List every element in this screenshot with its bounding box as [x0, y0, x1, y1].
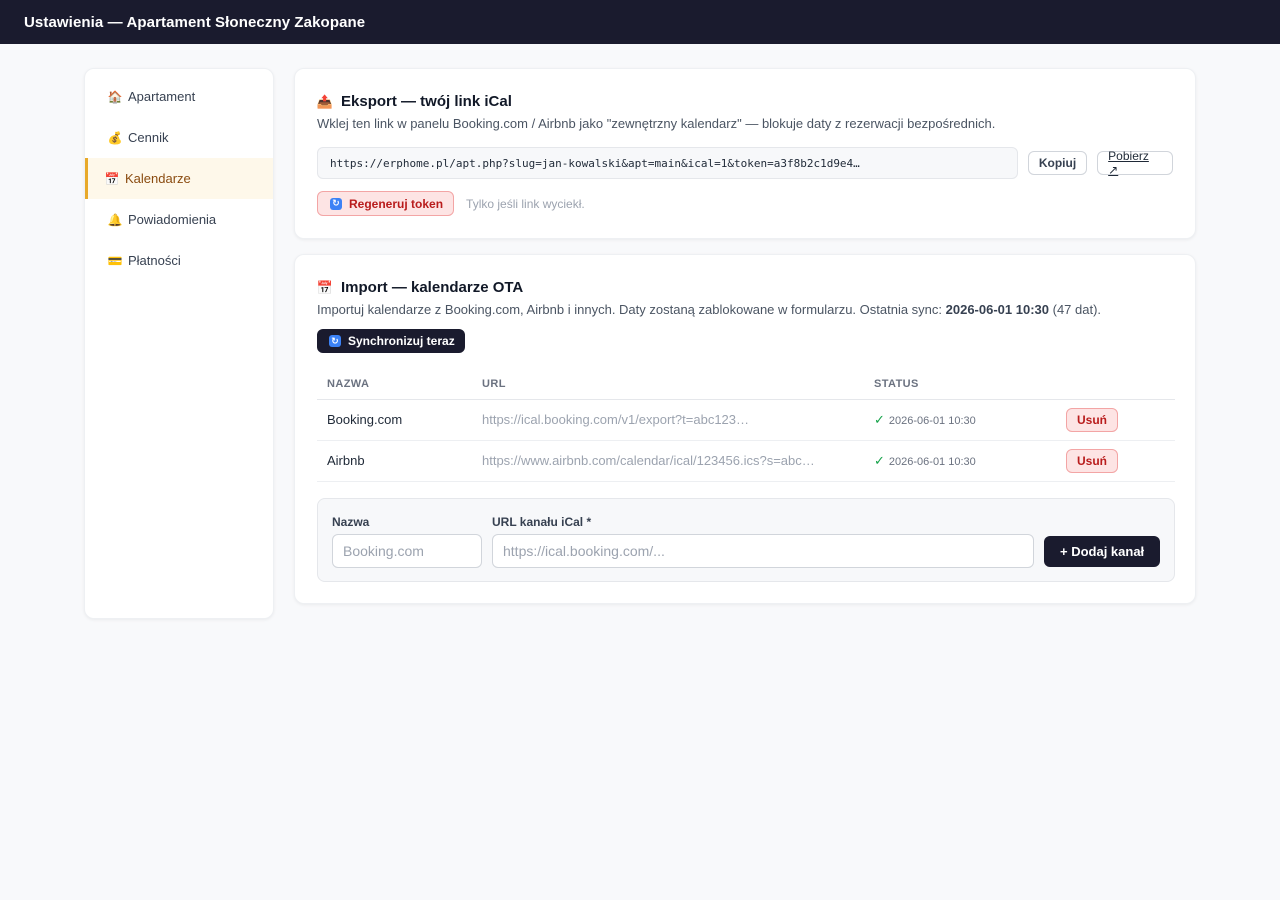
feed-url-input[interactable]: [492, 533, 1034, 568]
column-header-url: URL: [472, 369, 864, 400]
check-icon: ✓: [874, 452, 885, 468]
feed-actions: Usuń: [1056, 440, 1175, 482]
money-bag-icon: 💰: [107, 130, 123, 145]
export-link-row: https://erphome.pl/apt.php?slug=jan-kowa…: [317, 147, 1173, 179]
delete-feed-button[interactable]: Usuń: [1066, 448, 1118, 473]
sidebar-item-apartament[interactable]: 🏠 Apartament: [85, 76, 273, 117]
sidebar-item-powiadomienia[interactable]: 🔔 Powiadomienia: [85, 199, 273, 240]
import-title: 📅 Import — kalendarze OTA: [317, 279, 1173, 296]
import-card: 📅 Import — kalendarze OTA Importuj kalen…: [294, 254, 1196, 604]
sidebar-item-label: Kalendarze: [125, 171, 191, 186]
import-description: Importuj kalendarze z Booking.com, Airbn…: [317, 302, 1173, 317]
add-feed-button[interactable]: + Dodaj kanał: [1044, 535, 1161, 567]
feed-url: https://www.airbnb.com/calendar/ical/123…: [472, 440, 864, 482]
feed-name: Booking.com: [317, 399, 472, 441]
bell-icon: 🔔: [107, 212, 123, 227]
credit-card-icon: 💳: [107, 253, 123, 268]
feed-name-field: Nazwa: [332, 515, 482, 568]
last-sync-time: 2026-06-01 10:30: [945, 302, 1049, 317]
sidebar-item-label: Apartament: [128, 89, 196, 104]
calendar-icon: 📅: [104, 171, 120, 186]
main-layout: 🏠 Apartament 💰 Cennik 📅 Kalendarze 🔔 Pow…: [0, 44, 1280, 900]
sidebar-item-label: Płatności: [128, 253, 181, 268]
regenerate-token-label: Regeneruj token: [349, 196, 444, 211]
import-description-suffix: (47 dat).: [1049, 302, 1102, 317]
feed-name: Airbnb: [317, 440, 472, 482]
feed-status: ✓ 2026-06-01 10:30: [864, 440, 1056, 482]
ical-link-field[interactable]: https://erphome.pl/apt.php?slug=jan-kowa…: [317, 147, 1018, 179]
column-header-name: NAZWA: [317, 369, 472, 400]
table-row: Booking.com https://ical.booking.com/v1/…: [317, 399, 1175, 441]
export-title-text: Eksport — twój link iCal: [341, 93, 512, 110]
feed-status: ✓ 2026-06-01 10:30: [864, 399, 1056, 441]
feed-url-label: URL kanału iCal *: [492, 514, 592, 529]
settings-sidebar: 🏠 Apartament 💰 Cennik 📅 Kalendarze 🔔 Pow…: [84, 68, 274, 619]
feed-name-label: Nazwa: [332, 514, 370, 529]
regenerate-token-button[interactable]: ↻ Regeneruj token: [317, 191, 455, 216]
export-card: 📤 Eksport — twój link iCal Wklej ten lin…: [294, 68, 1196, 239]
sync-now-button[interactable]: ↻ Synchronizuj teraz: [317, 329, 465, 353]
regen-row: ↻ Regeneruj token Tylko jeśli link wycie…: [317, 191, 1173, 216]
refresh-icon: ↻: [330, 197, 342, 210]
sync-now-label: Synchronizuj teraz: [348, 334, 455, 348]
column-header-status: STATUS: [864, 369, 1056, 400]
feed-status-text: 2026-06-01 10:30: [888, 455, 976, 468]
import-description-prefix: Importuj kalendarze z Booking.com, Airbn…: [317, 302, 946, 317]
regen-note: Tylko jeśli link wyciekł.: [466, 196, 585, 211]
table-row: Airbnb https://www.airbnb.com/calendar/i…: [317, 440, 1175, 482]
export-description: Wklej ten link w panelu Booking.com / Ai…: [317, 116, 996, 131]
column-header-actions: [1056, 369, 1175, 400]
table-header-row: NAZWA URL STATUS: [317, 369, 1175, 400]
top-bar: Ustawienia — Apartament Słoneczny Zakopa…: [0, 0, 1280, 44]
check-icon: ✓: [874, 411, 885, 427]
house-icon: 🏠: [107, 89, 123, 104]
feed-status-text: 2026-06-01 10:30: [888, 414, 976, 427]
sidebar-item-platnosci[interactable]: 💳 Płatności: [85, 240, 273, 281]
refresh-icon: ↻: [329, 335, 341, 347]
feed-url-field: URL kanału iCal *: [492, 515, 1034, 568]
page-title: Ustawienia — Apartament Słoneczny Zakopa…: [24, 13, 366, 31]
feed-actions: Usuń: [1056, 399, 1175, 441]
sidebar-item-kalendarze[interactable]: 📅 Kalendarze: [85, 158, 273, 199]
export-title: 📤 Eksport — twój link iCal: [317, 93, 1173, 110]
outbox-icon: 📤: [316, 93, 334, 109]
download-link[interactable]: Pobierz ↗: [1097, 149, 1173, 177]
ota-feeds-table: NAZWA URL STATUS Booking.com https://ica…: [317, 369, 1175, 482]
sidebar-item-label: Powiadomienia: [128, 212, 217, 227]
feed-url: https://ical.booking.com/v1/export?t=abc…: [472, 399, 864, 441]
calendar-icon: 📅: [316, 279, 334, 295]
delete-feed-button[interactable]: Usuń: [1066, 407, 1118, 432]
feed-name-input[interactable]: [332, 533, 482, 568]
add-feed-form: Nazwa URL kanału iCal * + Dodaj kanał: [317, 497, 1175, 582]
sidebar-item-label: Cennik: [128, 130, 169, 145]
import-title-text: Import — kalendarze OTA: [341, 279, 524, 296]
copy-button[interactable]: Kopiuj: [1027, 151, 1088, 175]
sidebar-item-cennik[interactable]: 💰 Cennik: [85, 117, 273, 158]
